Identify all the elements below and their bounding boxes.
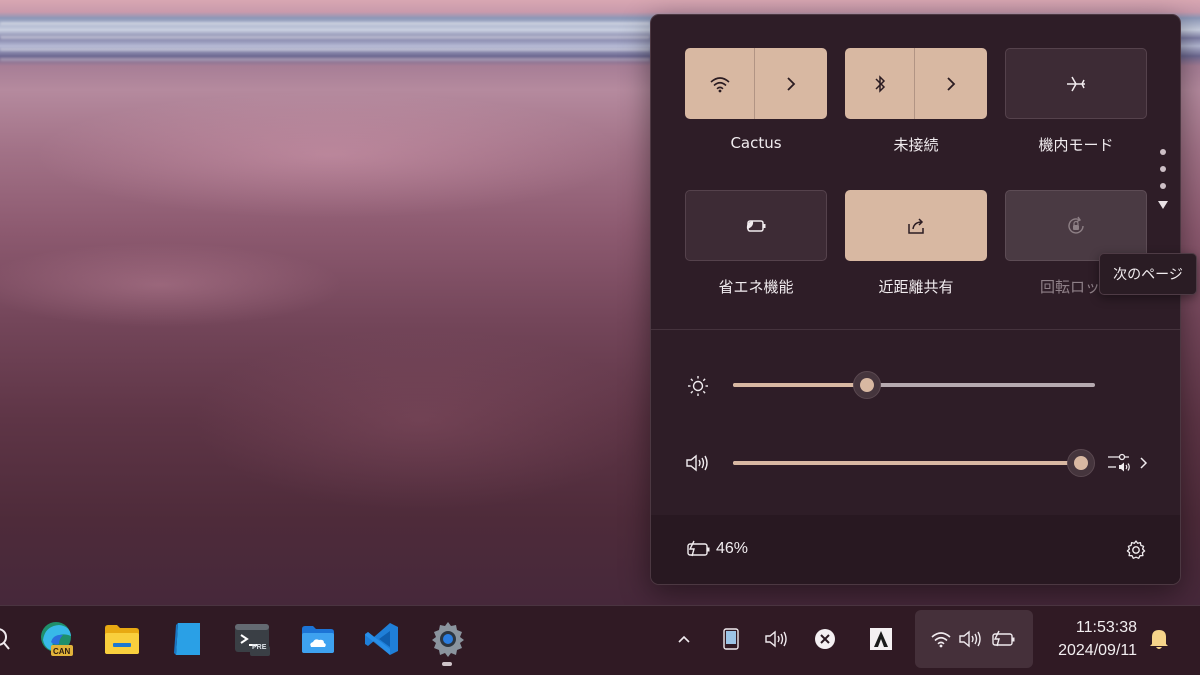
taskbar-app-settings[interactable] <box>428 619 468 659</box>
volume-slider-fill <box>733 461 1081 465</box>
battery-charging-icon <box>992 630 1015 647</box>
wifi-tile[interactable] <box>685 48 827 119</box>
terminal-preview-icon <box>235 624 270 656</box>
show-hidden-icons-button[interactable] <box>672 622 696 656</box>
tray-error-status[interactable] <box>812 622 838 656</box>
audio-mixer-icon <box>1108 453 1130 472</box>
wifi-networks-button[interactable] <box>755 48 827 119</box>
taskbar-app-terminal-preview[interactable]: PRE <box>232 619 272 659</box>
clock-time: 11:53:38 <box>1075 619 1137 636</box>
nearby-share-icon <box>908 217 924 234</box>
brightness-slider-fill <box>733 383 867 387</box>
clock-date: 2024/09/11 <box>1058 642 1137 659</box>
rotation-lock-tile-label: 回転ロッ <box>1040 278 1101 296</box>
taskbar-app-edge-canary[interactable]: CAN <box>36 619 76 659</box>
battery-charging-icon <box>687 540 710 557</box>
onedrive-folder-icon <box>302 626 334 653</box>
chevron-right-icon <box>1140 457 1148 469</box>
taskbar-app-vscode[interactable] <box>362 619 402 659</box>
tray-volume[interactable] <box>762 622 792 656</box>
page-dot <box>1160 149 1166 155</box>
volume-slider[interactable] <box>733 461 1081 465</box>
vscode-icon <box>365 623 398 655</box>
wifi-icon <box>931 632 951 648</box>
bluetooth-devices-button[interactable] <box>915 48 987 119</box>
wifi-toggle[interactable] <box>685 48 755 119</box>
nearby-share-tile-label: 近距離共有 <box>878 278 954 296</box>
wifi-icon <box>709 76 730 92</box>
taskbar-app-onedrive-folder[interactable] <box>298 619 338 659</box>
rotation-lock-icon <box>1068 216 1084 234</box>
bell-icon <box>1150 630 1168 649</box>
page-dot <box>1160 183 1166 189</box>
bluetooth-tile[interactable] <box>845 48 987 119</box>
taskbar-app-notes[interactable] <box>168 619 208 659</box>
speaker-icon <box>765 630 787 648</box>
settings-gear-icon <box>432 622 464 657</box>
notes-icon <box>174 623 200 655</box>
gear-icon[interactable] <box>1125 539 1147 561</box>
next-page-arrow-icon[interactable] <box>1157 200 1169 210</box>
tray-network-volume-battery-group[interactable] <box>915 610 1033 668</box>
quick-settings-footer: 46% <box>651 515 1180 584</box>
bluetooth-icon <box>874 74 885 93</box>
close-circle-icon <box>815 629 835 649</box>
adobe-icon <box>870 628 892 650</box>
file-explorer-icon <box>105 625 139 654</box>
edge-canary-badge: CAN <box>53 647 71 656</box>
quick-settings-panel: Cactus 未接続 機内モード 省エネ機能 近距離共有 回転ロッ 46% <box>650 14 1181 585</box>
taskbar-clock[interactable]: 11:53:38 2024/09/11 <box>1045 616 1137 662</box>
tablet-icon <box>723 628 739 650</box>
rotation-lock-tile[interactable] <box>1005 190 1147 261</box>
energy-saver-icon <box>746 219 766 232</box>
active-app-indicator <box>442 662 452 666</box>
battery-status[interactable]: 46% <box>685 540 748 558</box>
panel-divider <box>651 329 1180 330</box>
audio-mixer-button[interactable] <box>1107 451 1153 475</box>
tray-touchpad[interactable] <box>718 622 744 656</box>
chevron-right-icon <box>947 76 956 91</box>
energy-saver-tile-label: 省エネ機能 <box>718 278 794 296</box>
bluetooth-toggle[interactable] <box>845 48 915 119</box>
search-icon[interactable] <box>0 624 14 654</box>
brightness-slider-thumb[interactable] <box>852 371 881 399</box>
chevron-up-icon <box>678 635 690 643</box>
next-page-tooltip: 次のページ <box>1099 253 1197 295</box>
page-dot <box>1160 166 1166 172</box>
brightness-icon <box>688 376 708 396</box>
notifications-button[interactable] <box>1146 622 1172 656</box>
speaker-icon <box>959 630 981 648</box>
taskbar-app-file-explorer[interactable] <box>102 619 142 659</box>
tray-adobe[interactable] <box>866 622 896 656</box>
terminal-preview-badge: PRE <box>252 644 267 651</box>
brightness-slider[interactable] <box>733 383 1095 387</box>
speaker-icon[interactable] <box>685 453 711 473</box>
battery-percentage: 46% <box>716 540 749 557</box>
energy-saver-tile[interactable] <box>685 190 827 261</box>
volume-slider-thumb[interactable] <box>1067 449 1095 477</box>
airplane-mode-tile-label: 機内モード <box>1038 136 1114 154</box>
page-indicator <box>1157 149 1169 210</box>
wifi-tile-label: Cactus <box>730 134 782 152</box>
chevron-right-icon <box>787 76 796 91</box>
airplane-icon <box>1067 76 1085 91</box>
nearby-share-tile[interactable] <box>845 190 987 261</box>
airplane-mode-tile[interactable] <box>1005 48 1147 119</box>
bluetooth-tile-label: 未接続 <box>893 136 939 154</box>
